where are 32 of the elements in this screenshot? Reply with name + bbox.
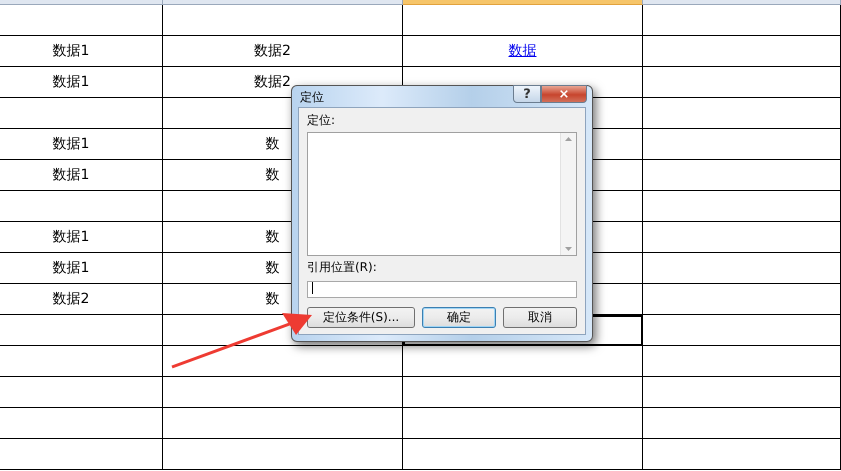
cell-text: 数 [266, 135, 280, 153]
column-header[interactable] [163, 0, 403, 5]
cell-text: 数据1 [52, 166, 90, 184]
dialog-button[interactable]: 定位条件(S)... [307, 307, 415, 328]
cell-text: 数据2 [254, 42, 292, 60]
scrollbar[interactable] [560, 132, 576, 254]
close-button[interactable]: × [541, 85, 587, 103]
cell-text: 数据1 [52, 259, 90, 277]
help-button[interactable]: ? [513, 85, 541, 103]
cell-text: 数据2 [52, 290, 90, 308]
cell-text: 数据1 [52, 42, 90, 60]
reference-label: 引用位置(R): [307, 258, 378, 276]
cell-text: 数据1 [52, 135, 90, 153]
column-header[interactable] [0, 0, 163, 5]
cell-text: 数据1 [52, 228, 90, 246]
window-title: 定位 [300, 88, 324, 106]
reference-field[interactable] [307, 281, 577, 298]
list-label: 定位: [307, 112, 336, 128]
dialog-button[interactable]: 确定 [422, 307, 496, 328]
cell-text: 数据1 [52, 73, 90, 91]
scroll-down-icon[interactable] [565, 246, 572, 250]
cell-text: 数 [266, 166, 280, 184]
cell-link[interactable]: 数据 [508, 42, 536, 60]
column-header[interactable] [403, 0, 643, 5]
cell-text: 数 [266, 290, 280, 308]
cell-text: 数 [266, 228, 280, 246]
dialog-button[interactable]: 取消 [503, 307, 577, 328]
cell-text: 数据2 [254, 73, 292, 91]
cell-text: 数 [266, 259, 280, 277]
go-to-list[interactable] [307, 132, 577, 256]
scroll-up-icon[interactable] [565, 136, 572, 140]
column-header[interactable] [643, 0, 841, 5]
